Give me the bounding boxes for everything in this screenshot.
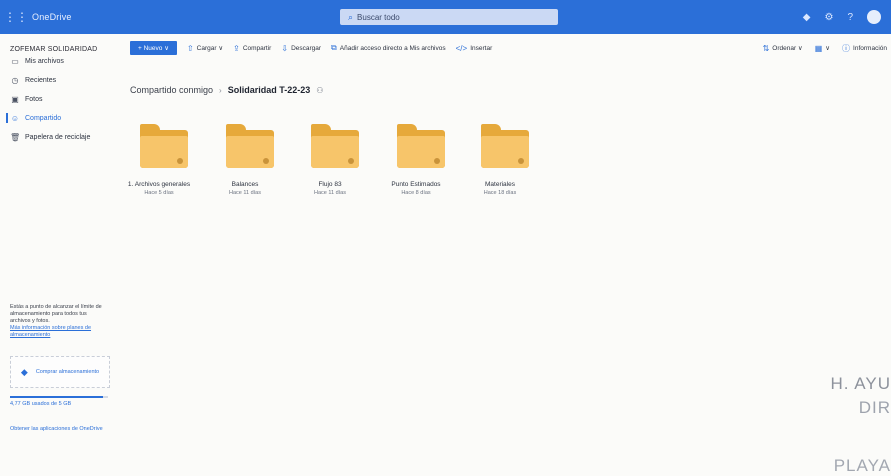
user-name: ZOFEMAR SOLIDARIDAD — [10, 46, 98, 53]
nav-item-label: Mis archivos — [25, 57, 64, 65]
folder-name: Punto Estimados — [391, 181, 441, 188]
folder-icon — [226, 124, 274, 168]
nav-item-photos[interactable]: ▣ Fotos — [10, 92, 110, 106]
folder-name: Materiales — [485, 181, 515, 188]
upload-label: Cargar ∨ — [196, 45, 224, 52]
folder-tile[interactable]: Punto Estimados Hace 8 días — [373, 118, 459, 208]
nav-item-label: Fotos — [25, 95, 43, 103]
embed-button[interactable]: </> Insertar — [456, 44, 493, 53]
shortcut-icon: ⧉ — [331, 43, 337, 52]
stamp-text-line-3: PLAYA — [833, 456, 891, 475]
top-bar: ⋮⋮ OneDrive ⌕ Buscar todo ◆ ⚙ ? — [0, 0, 891, 34]
gear-icon[interactable]: ⚙ — [824, 12, 833, 23]
download-label: Descargar — [291, 44, 322, 52]
command-bar-right: ⇅ Ordenar ∨ ▦ ∨ ⓘ Información — [751, 34, 887, 62]
download-icon: ⇩ — [281, 43, 289, 53]
search-placeholder: Buscar todo — [357, 12, 400, 22]
folder-icon — [481, 124, 529, 168]
share-label: Compartir — [242, 44, 272, 52]
chevron-right-icon: › — [219, 85, 222, 95]
buy-storage-label: Comprar almacenamiento — [35, 368, 100, 375]
nav-item-shared[interactable]: ☺ Compartido — [6, 111, 110, 125]
nav-item-label: Compartido — [25, 114, 62, 122]
nav-item-label: Recientes — [25, 76, 57, 84]
people-icon: ⚇ — [316, 85, 324, 95]
storage-used-link[interactable]: 4,77 GB usados de 5 GB — [10, 401, 71, 407]
breadcrumb-current-folder: Solidaridad T-22-23 — [227, 85, 311, 95]
storage-info-link[interactable]: Más información sobre planes de almacena… — [10, 325, 106, 339]
view-label: ∨ — [825, 45, 831, 52]
download-button[interactable]: ⇩ Descargar — [281, 44, 321, 53]
embed-icon: </> — [455, 43, 468, 53]
top-right-controls: ◆ ⚙ ? — [803, 10, 881, 24]
folder-date: Hace 18 días — [483, 190, 517, 196]
avatar[interactable] — [867, 10, 881, 24]
command-bar: + Nuevo ∨ ⇧ Cargar ∨ ⇪ Compartir ⇩ Desca… — [114, 34, 891, 62]
storage-meter — [10, 396, 108, 398]
nav-item-recent[interactable]: ◷ Recientes — [10, 73, 110, 87]
breadcrumb-shared-with-me[interactable]: Compartido conmigo — [130, 85, 213, 95]
folder-tile[interactable]: 1. Archivos generales Hace 5 días — [116, 118, 202, 208]
folder-icon: ▭ — [11, 56, 19, 66]
folder-name: Flujo 83 — [318, 181, 342, 188]
folder-name: Balances — [231, 181, 259, 188]
diamond-icon[interactable]: ◆ — [803, 12, 811, 23]
trash-icon: 🗑 — [10, 132, 21, 142]
upload-icon: ⇧ — [186, 43, 194, 53]
storage-warning-text: Estás a punto de alcanzar el límite de a… — [10, 304, 102, 324]
folder-tile[interactable]: Flujo 83 Hace 11 días — [287, 118, 373, 208]
stamp-text-line-2: DIR — [858, 398, 891, 417]
search-box[interactable]: ⌕ Buscar todo — [340, 9, 558, 25]
share-button[interactable]: ⇪ Compartir — [233, 44, 271, 53]
nav-item-label: Papelera de reciclaje — [25, 133, 91, 141]
clock-icon: ◷ — [11, 75, 19, 85]
folder-icon — [140, 124, 188, 168]
people-icon: ☺ — [10, 113, 20, 123]
folder-icon — [397, 124, 445, 168]
folder-name: 1. Archivos generales — [127, 181, 191, 188]
upload-button[interactable]: ⇧ Cargar ∨ — [187, 44, 223, 53]
folder-date: Hace 8 días — [401, 190, 431, 196]
view-options-button[interactable]: ▦ ∨ — [815, 44, 830, 53]
get-apps-link[interactable]: Obtener las aplicaciones de OneDrive — [10, 426, 108, 433]
info-icon: ⓘ — [842, 43, 851, 53]
folder-date: Hace 11 días — [313, 190, 346, 196]
sort-button[interactable]: ⇅ Ordenar ∨ — [763, 44, 803, 53]
storage-meter-fill — [10, 396, 104, 398]
info-button[interactable]: ⓘ Información — [842, 43, 887, 54]
left-navigation: ZOFEMAR SOLIDARIDAD ▭ Mis archivos ◷ Rec… — [0, 34, 114, 473]
sort-icon: ⇅ — [762, 43, 770, 53]
stamp-text-line-1: H. AYU — [830, 374, 891, 393]
grid-view-icon: ▦ — [814, 43, 823, 53]
nav-item-recycle-bin[interactable]: 🗑 Papelera de reciclaje — [10, 130, 110, 144]
folder-date: Hace 11 días — [228, 190, 261, 196]
info-label: Información — [853, 44, 887, 52]
help-icon[interactable]: ? — [847, 12, 853, 23]
image-icon: ▣ — [11, 94, 19, 104]
buy-storage-button[interactable]: ◆ Comprar almacenamiento — [10, 356, 110, 388]
folder-tile[interactable]: Balances Hace 11 días — [202, 118, 288, 208]
folder-icon — [311, 124, 359, 168]
search-icon: ⌕ — [348, 11, 354, 22]
embed-label: Insertar — [470, 44, 493, 52]
app-name[interactable]: OneDrive — [32, 12, 72, 22]
new-button[interactable]: + Nuevo ∨ — [130, 41, 177, 55]
diamond-icon: ◆ — [20, 366, 28, 377]
folder-grid: 1. Archivos generales Hace 5 días Balanc… — [116, 118, 556, 208]
add-shortcut-button[interactable]: ⧉ Añadir acceso directo a Mis archivos — [331, 43, 446, 53]
app-launcher-icon[interactable]: ⋮⋮ — [4, 7, 28, 27]
add-shortcut-label: Añadir acceso directo a Mis archivos — [339, 44, 446, 52]
share-icon: ⇪ — [233, 43, 240, 53]
folder-date: Hace 5 días — [144, 190, 174, 196]
sort-label: Ordenar ∨ — [772, 45, 803, 52]
folder-tile[interactable]: Materiales Hace 18 días — [457, 118, 543, 208]
nav-item-my-files[interactable]: ▭ Mis archivos — [10, 54, 110, 68]
breadcrumb: Compartido conmigo › Solidaridad T-22-23… — [130, 85, 323, 95]
